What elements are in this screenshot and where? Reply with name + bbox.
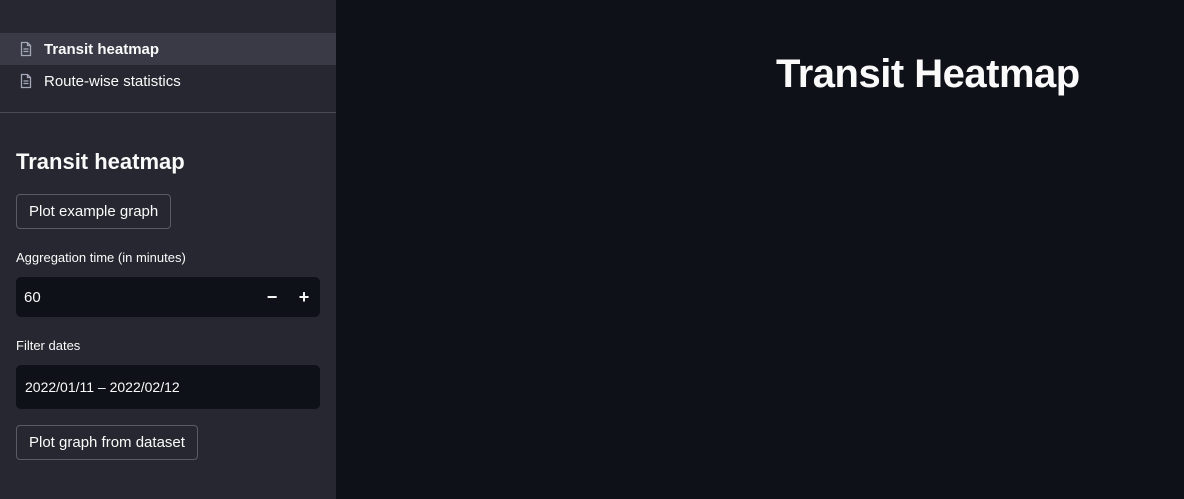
nav-item-transit-heatmap[interactable]: Transit heatmap [0, 33, 336, 65]
date-range-input[interactable]: 2022/01/11 – 2022/02/12 [16, 365, 320, 409]
document-icon [18, 73, 34, 89]
sidebar-divider [0, 112, 336, 113]
aggregation-input[interactable] [16, 277, 256, 317]
aggregation-label: Aggregation time (in minutes) [16, 250, 186, 265]
nav-item-label: Transit heatmap [44, 40, 160, 58]
date-range-value: 2022/01/11 – 2022/02/12 [25, 379, 180, 395]
page-title: Transit Heatmap [776, 52, 1080, 96]
sidebar-title: Transit heatmap [16, 149, 185, 174]
filter-dates-label: Filter dates [16, 338, 81, 353]
nav-item-label: Route-wise statistics [44, 72, 181, 90]
document-icon [18, 41, 34, 57]
nav-item-route-wise-statistics[interactable]: Route-wise statistics [0, 65, 336, 97]
sidebar-nav: Transit heatmap Route-wise statistics [0, 33, 336, 97]
aggregation-stepper: − + [16, 277, 320, 317]
increment-button[interactable]: + [288, 277, 320, 317]
plot-example-button[interactable]: Plot example graph [16, 194, 172, 229]
plot-dataset-button[interactable]: Plot graph from dataset [16, 425, 198, 460]
decrement-button[interactable]: − [256, 277, 288, 317]
sidebar: Transit heatmap Route-wise statistics Tr… [0, 0, 336, 499]
